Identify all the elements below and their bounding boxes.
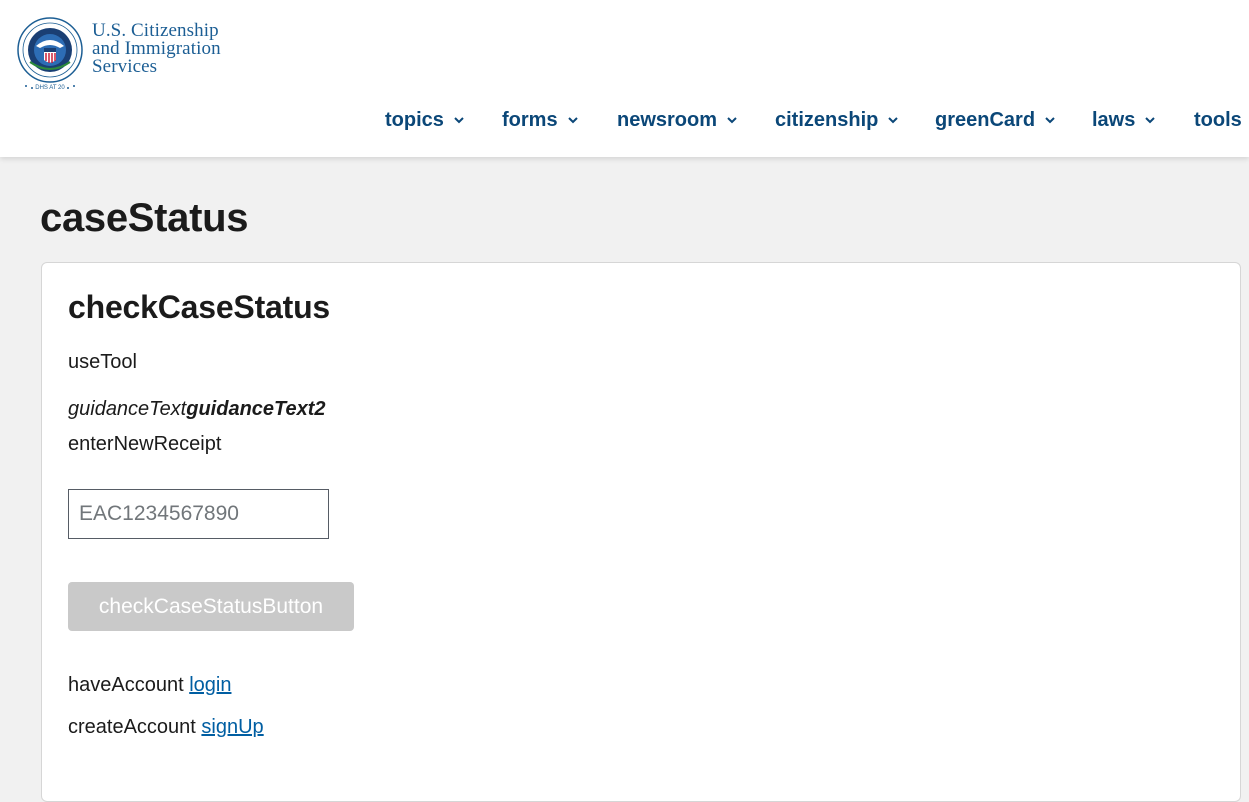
signup-link[interactable]: signUp [201,716,263,738]
nav-item-topics[interactable]: topics [385,106,465,134]
uscis-logo[interactable]: DHS AT 20 U.S. Citizenship and Immigrati… [16,16,221,94]
nav-item-label: citizenship [775,108,879,131]
guidance-text-italic: guidanceText [68,398,187,420]
chevron-down-icon [888,117,899,124]
agency-name: U.S. Citizenship and Immigration Service… [92,21,221,77]
chevron-down-icon [727,117,737,124]
dhs-seal-icon: DHS AT 20 [17,17,83,91]
chevron-down-icon [567,117,578,124]
chevron-down-icon [1045,117,1055,124]
nav-item-label: topics [385,108,444,131]
create-account-text: createAccount [68,716,196,738]
nav-item-label: greenCard [935,108,1036,131]
nav-item-tools[interactable]: tools [1194,106,1242,134]
nav-item-greencard[interactable]: greenCard [935,106,1056,134]
nav-item-forms[interactable]: forms [502,106,579,134]
main-nav: topics forms newsroom citizenship greenC… [0,106,1249,134]
guidance-text: guidanceTextguidanceText2 [68,398,326,421]
card-title: checkCaseStatus [68,289,331,325]
page-title: caseStatus [40,196,249,240]
agency-name-line3: Services [92,56,158,77]
receipt-number-input[interactable] [68,489,329,539]
enter-new-receipt-label: enterNewReceipt [68,433,222,455]
svg-text:DHS AT 20: DHS AT 20 [35,85,65,91]
nav-item-newsroom[interactable]: newsroom [617,106,738,134]
nav-item-label: laws [1092,108,1136,131]
use-tool-text: useTool [68,351,137,373]
check-case-status-button[interactable]: checkCaseStatusButton [68,582,354,631]
have-account-text: haveAccount [68,674,184,696]
nav-item-citizenship[interactable]: citizenship [775,106,899,134]
site-header: DHS AT 20 U.S. Citizenship and Immigrati… [0,0,1249,157]
create-account-row: createAccount signUp [68,716,264,739]
nav-item-laws[interactable]: laws [1092,106,1156,134]
case-status-card: checkCaseStatus useTool guidanceTextguid… [41,262,1241,802]
guidance-text-bold: guidanceText2 [186,398,326,420]
chevron-down-icon [454,117,464,124]
have-account-row: haveAccount login [68,674,231,697]
login-link[interactable]: login [189,674,231,696]
nav-item-label: tools [1194,108,1242,131]
nav-item-label: forms [502,108,558,131]
nav-item-label: newsroom [617,108,718,131]
chevron-down-icon [1145,117,1156,124]
